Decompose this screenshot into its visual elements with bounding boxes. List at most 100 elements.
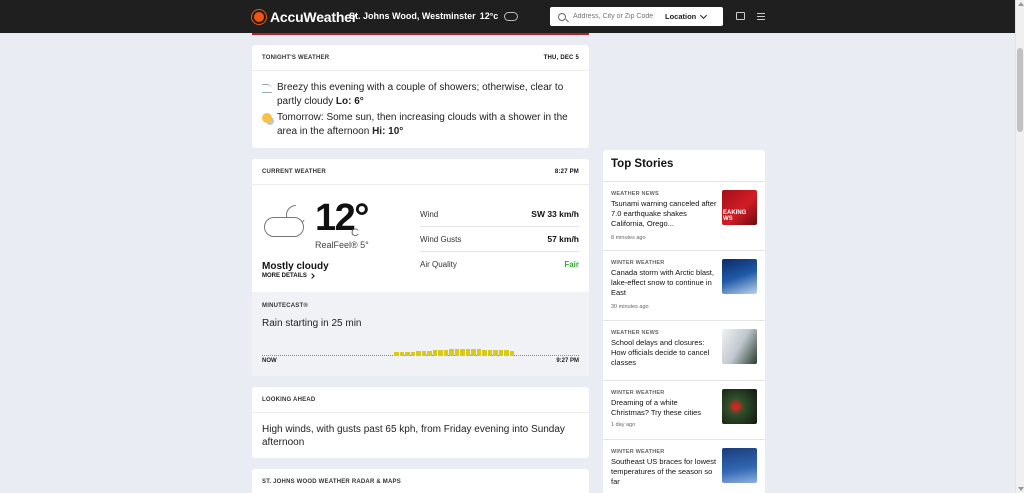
looking-ahead-text: High winds, with gusts past 65 kph, from…	[262, 424, 565, 448]
current-condition: Mostly cloudy	[262, 261, 329, 272]
timeline-end: 9:27 PM	[556, 358, 579, 364]
card-title: TONIGHT'S WEATHER	[262, 54, 330, 61]
menu-icon[interactable]	[757, 13, 765, 20]
timeline-start: NOW	[262, 358, 277, 364]
precipitation-bar	[394, 352, 399, 356]
precipitation-bar	[476, 349, 481, 356]
stat-row-wind-gusts: Wind Gusts 57 km/h	[420, 227, 579, 252]
card-time: 8:27 PM	[554, 168, 579, 175]
radar-maps-card[interactable]: ST. JOHNS WOOD WEATHER RADAR & MAPS	[252, 469, 589, 493]
looking-ahead-card[interactable]: LOOKING AHEAD High winds, with gusts pas…	[252, 387, 589, 458]
story-headline: Tsunami warning canceled after 7.0 earth…	[611, 199, 717, 228]
tonights-weather-card[interactable]: TONIGHT'S WEATHER THU, DEC 5 Breezy this…	[252, 45, 589, 148]
minutecast-panel[interactable]: MINUTECAST® Rain starting in 25 min NOW …	[252, 292, 589, 376]
story-thumbnail	[722, 259, 757, 294]
story-time: 30 minutes ago	[611, 304, 649, 310]
story-thumbnail: EAKING WS	[722, 190, 757, 225]
scroll-down-arrow-icon[interactable]	[1018, 487, 1024, 491]
story-item[interactable]: WINTER WEATHER Southeast US braces for l…	[603, 439, 765, 493]
stat-value: SW 33 km/h	[531, 209, 579, 219]
alert-strip	[252, 33, 589, 35]
header-current-location[interactable]: St. Johns Wood, Westminster 12°c	[349, 11, 519, 21]
story-category: WEATHER NEWS	[611, 330, 659, 336]
current-weather-card[interactable]: CURRENT WEATHER 8:27 PM 12° C RealFeel® …	[252, 159, 589, 376]
story-item[interactable]: WINTER WEATHER Canada storm with Arctic …	[603, 250, 765, 320]
precipitation-bar	[504, 350, 509, 356]
precipitation-bar	[493, 350, 498, 356]
brand-name: AccuWeather	[270, 9, 358, 25]
chevron-right-icon	[309, 273, 315, 279]
location-dropdown-button[interactable]: Location	[665, 11, 708, 21]
accuweather-logo[interactable]: AccuWeather	[252, 9, 357, 25]
story-thumbnail	[722, 448, 757, 483]
card-title: CURRENT WEATHER	[262, 168, 326, 175]
precipitation-bar	[509, 350, 514, 356]
story-headline: School delays and closures: How official…	[611, 338, 710, 367]
precipitation-bar	[443, 349, 448, 356]
precipitation-bar	[410, 351, 415, 356]
precipitation-bar	[482, 349, 487, 356]
story-category: WEATHER NEWS	[611, 191, 659, 197]
tonight-forecast-row: Breezy this evening with a couple of sho…	[262, 81, 577, 109]
story-headline: Canada storm with Arctic blast, lake-eff…	[611, 268, 714, 297]
forecast-high: Hi: 10°	[372, 126, 404, 137]
precipitation-bar	[405, 351, 410, 356]
precipitation-bar	[498, 350, 503, 356]
story-item[interactable]: WINTER WEATHER Dreaming of a white Chris…	[603, 380, 765, 439]
partly-sunny-icon	[262, 113, 272, 123]
stat-value: 57 km/h	[547, 234, 579, 244]
search-box: Location	[550, 7, 723, 26]
stat-label: Wind	[420, 209, 439, 219]
story-time: 1 day ago	[611, 422, 636, 428]
precipitation-bar	[487, 349, 492, 356]
story-item[interactable]: WEATHER NEWS School delays and closures:…	[603, 320, 765, 380]
precipitation-bar	[471, 349, 476, 356]
top-navigation-bar: AccuWeather St. Johns Wood, Westminster …	[0, 0, 1015, 33]
story-category: WINTER WEATHER	[611, 449, 665, 455]
story-headline: Southeast US braces for lowest temperatu…	[611, 457, 717, 486]
tomorrow-forecast-row: Tomorrow: Some sun, then increasing clou…	[262, 111, 577, 139]
more-details-label: MORE DETAILS	[262, 273, 307, 279]
stat-value: Fair	[564, 260, 579, 269]
precipitation-bar	[421, 351, 426, 356]
precipitation-bar	[399, 352, 404, 356]
precipitation-bar	[454, 348, 459, 356]
forecast-text: Breezy this evening with a couple of sho…	[277, 82, 564, 107]
realfeel-temperature: RealFeel® 5°	[315, 240, 369, 250]
story-item[interactable]: WEATHER NEWS Tsunami warning canceled af…	[603, 181, 765, 250]
card-title: ST. JOHNS WOOD WEATHER RADAR & MAPS	[262, 479, 401, 485]
precipitation-bar	[416, 351, 421, 356]
minutecast-label: MINUTECAST®	[262, 303, 308, 309]
current-temperature: 12°	[315, 197, 369, 239]
search-input[interactable]	[573, 13, 665, 20]
page-scrollbar[interactable]	[1015, 0, 1024, 493]
forecast-text: Tomorrow: Some sun, then increasing clou…	[277, 112, 568, 137]
temperature-unit: C	[351, 227, 359, 239]
story-category: WINTER WEATHER	[611, 260, 665, 266]
precipitation-bar	[438, 350, 443, 356]
top-stories-panel: Top Stories WEATHER NEWS Tsunami warning…	[603, 150, 765, 493]
scrollbar-thumb[interactable]	[1017, 48, 1023, 132]
card-date: THU, DEC 5	[543, 54, 579, 61]
precipitation-bar	[427, 350, 432, 356]
wind-icon	[262, 84, 272, 93]
cloud-icon	[504, 11, 519, 21]
search-icon	[558, 12, 566, 21]
precipitation-bar	[465, 348, 470, 356]
more-details-link[interactable]: MORE DETAILS	[262, 273, 315, 279]
precipitation-bar	[432, 350, 437, 356]
precipitation-bar	[460, 348, 465, 356]
story-headline: Dreaming of a white Christmas? Try these…	[611, 398, 702, 417]
stat-row-air-quality: Air Quality Fair	[420, 252, 579, 277]
chevron-down-icon	[700, 11, 708, 19]
card-title: LOOKING AHEAD	[262, 396, 316, 403]
stat-label: Wind Gusts	[420, 234, 462, 244]
scroll-up-arrow-icon[interactable]	[1018, 2, 1024, 6]
precipitation-bar	[449, 349, 454, 356]
moon-cloud-icon	[264, 202, 312, 241]
video-icon[interactable]	[736, 12, 745, 20]
forecast-low: Lo: 6°	[335, 96, 364, 107]
header-temperature: 12°c	[479, 11, 499, 21]
stat-label: Air Quality	[420, 260, 457, 269]
story-category: WINTER WEATHER	[611, 390, 665, 396]
